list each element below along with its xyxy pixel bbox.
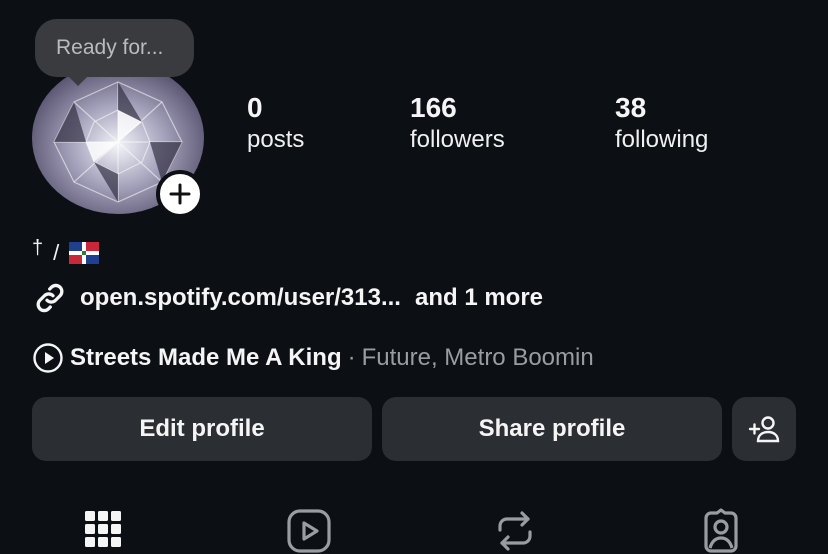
- link-icon: [36, 283, 64, 313]
- followers-count: 166: [410, 92, 457, 123]
- link-more[interactable]: and 1 more: [415, 284, 543, 312]
- plus-icon: [169, 183, 191, 205]
- add-person-icon: [748, 416, 780, 443]
- tab-tagged[interactable]: [698, 508, 744, 553]
- following-count: 38: [615, 92, 647, 123]
- stat-following[interactable]: 38 following: [615, 93, 708, 157]
- tab-grid[interactable]: [80, 508, 126, 552]
- song-title: Streets Made Me A King: [70, 344, 342, 371]
- tagged-icon: [704, 508, 738, 553]
- music-separator: ·: [347, 344, 356, 371]
- stat-followers[interactable]: 166 followers: [410, 93, 505, 157]
- dominican-republic-flag-icon: [69, 242, 100, 264]
- play-circle-icon: [33, 343, 63, 373]
- followers-label: followers: [410, 126, 505, 153]
- posts-label: posts: [247, 126, 305, 153]
- song-artists: Future, Metro Boomin: [361, 344, 594, 371]
- note-bubble[interactable]: Ready for...: [35, 19, 194, 77]
- add-story-button[interactable]: [156, 170, 204, 218]
- note-text: Ready for...: [56, 36, 164, 59]
- edit-profile-button[interactable]: Edit profile: [32, 397, 372, 461]
- bio-cross: †: [32, 237, 44, 259]
- reposts-icon: [498, 511, 532, 551]
- profile-music[interactable]: Streets Made Me A King · Future, Metro B…: [32, 340, 594, 376]
- grid-icon: [85, 511, 121, 547]
- tab-reposts[interactable]: [492, 508, 538, 552]
- bio-slash: /: [53, 240, 60, 265]
- stat-posts[interactable]: 0 posts: [247, 93, 304, 157]
- note-bubble-tail: [66, 74, 90, 86]
- link-url[interactable]: open.spotify.com/user/313...: [80, 284, 401, 312]
- bio: † /: [32, 236, 100, 270]
- profile-tab-bar: [0, 500, 828, 553]
- posts-count: 0: [247, 92, 263, 123]
- tab-reels[interactable]: [286, 508, 332, 553]
- edit-profile-label: Edit profile: [139, 415, 265, 442]
- discover-people-button[interactable]: [732, 397, 796, 461]
- following-label: following: [615, 126, 709, 153]
- profile-link[interactable]: open.spotify.com/user/313... and 1 more: [32, 280, 543, 316]
- share-profile-button[interactable]: Share profile: [382, 397, 722, 461]
- reels-icon: [287, 509, 331, 553]
- share-profile-label: Share profile: [478, 415, 626, 442]
